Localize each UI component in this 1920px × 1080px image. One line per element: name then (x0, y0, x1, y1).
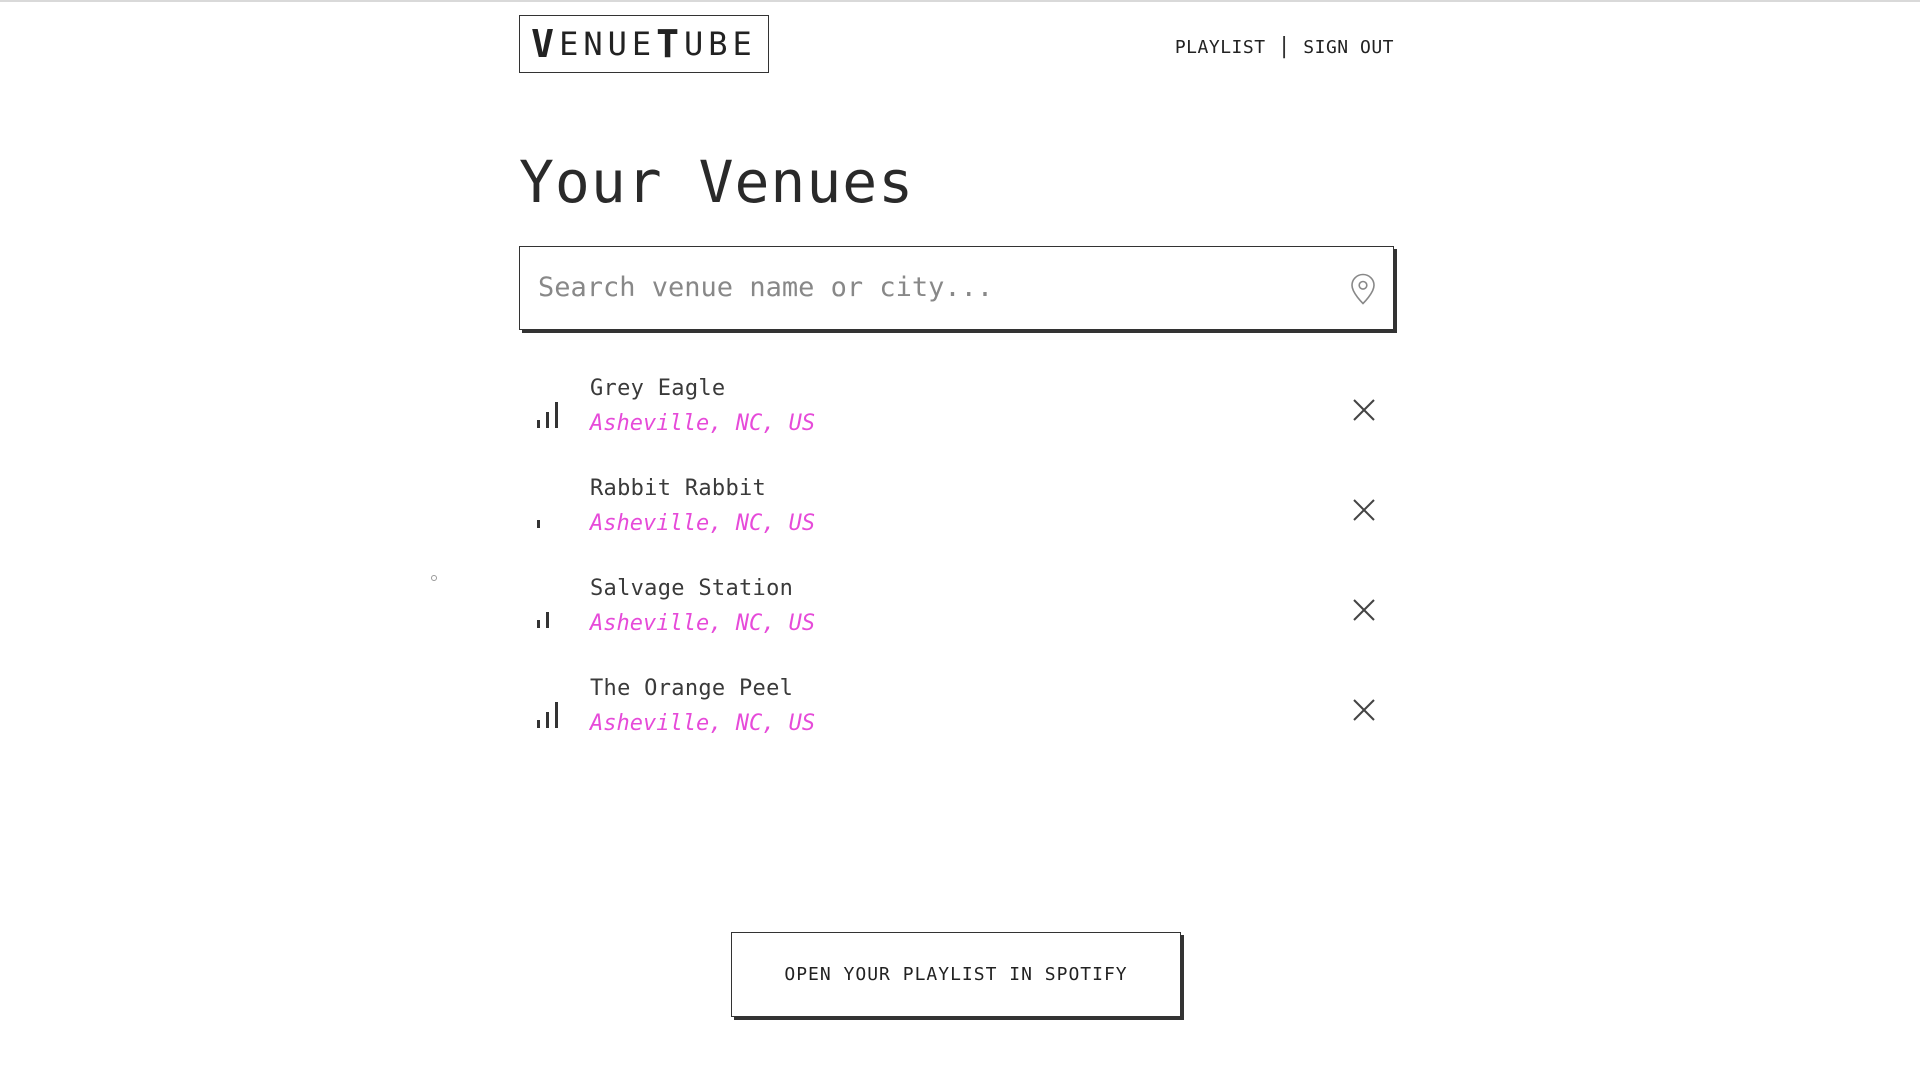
signal-bar (537, 520, 540, 528)
signal-bar (546, 712, 549, 728)
signal-bar (555, 702, 558, 728)
page-container: V ENUE T UBE PLAYLIST | SIGN OUT Your Venue… (519, 2, 1394, 770)
remove-venue-close-icon[interactable] (1350, 496, 1378, 524)
remove-venue-close-icon[interactable] (1350, 396, 1378, 424)
signal-bar (537, 720, 540, 728)
signal-bar (537, 420, 540, 428)
venue-location: Asheville, NC, US (590, 511, 816, 536)
map-pin-icon[interactable] (1350, 273, 1376, 305)
venue-name: Grey Eagle (590, 376, 726, 401)
remove-venue-close-icon[interactable] (1350, 596, 1378, 624)
venue-item: The Orange Peel Asheville, NC, US (519, 670, 1394, 770)
page-title: Your Venues (519, 148, 915, 216)
signal-bar (546, 412, 549, 428)
venuetube-logo[interactable]: V ENUE T UBE (519, 15, 769, 73)
venue-item: Grey Eagle Asheville, NC, US (519, 370, 1394, 470)
top-bar: V ENUE T UBE PLAYLIST | SIGN OUT (519, 2, 1394, 92)
venue-list: Grey Eagle Asheville, NC, US Rabbit Rabb… (519, 370, 1394, 770)
top-nav: PLAYLIST | SIGN OUT (1175, 36, 1394, 58)
signal-strength-icon (537, 402, 558, 428)
signal-bar (555, 402, 558, 428)
stray-dot (431, 575, 437, 581)
venue-location: Asheville, NC, US (590, 711, 816, 736)
venue-name: The Orange Peel (590, 676, 794, 701)
venue-location: Asheville, NC, US (590, 611, 816, 636)
nav-sign-out-link[interactable]: SIGN OUT (1303, 37, 1394, 58)
signal-strength-icon (537, 702, 558, 728)
venue-location: Asheville, NC, US (590, 411, 816, 436)
remove-venue-close-icon[interactable] (1350, 696, 1378, 724)
venue-search-box (519, 246, 1394, 330)
signal-bar (537, 620, 540, 628)
signal-bar (546, 612, 549, 628)
venue-name: Salvage Station (590, 576, 794, 601)
venue-name: Rabbit Rabbit (590, 476, 767, 501)
open-playlist-in-spotify-button[interactable]: OPEN YOUR PLAYLIST IN SPOTIFY (731, 932, 1181, 1017)
signal-strength-icon (537, 612, 549, 628)
venue-item: Salvage Station Asheville, NC, US (519, 570, 1394, 670)
nav-playlist-link[interactable]: PLAYLIST (1175, 37, 1266, 58)
signal-strength-icon (537, 520, 540, 528)
venue-search-input[interactable] (520, 247, 1320, 328)
nav-separator: | (1277, 34, 1292, 59)
venue-item: Rabbit Rabbit Asheville, NC, US (519, 470, 1394, 570)
